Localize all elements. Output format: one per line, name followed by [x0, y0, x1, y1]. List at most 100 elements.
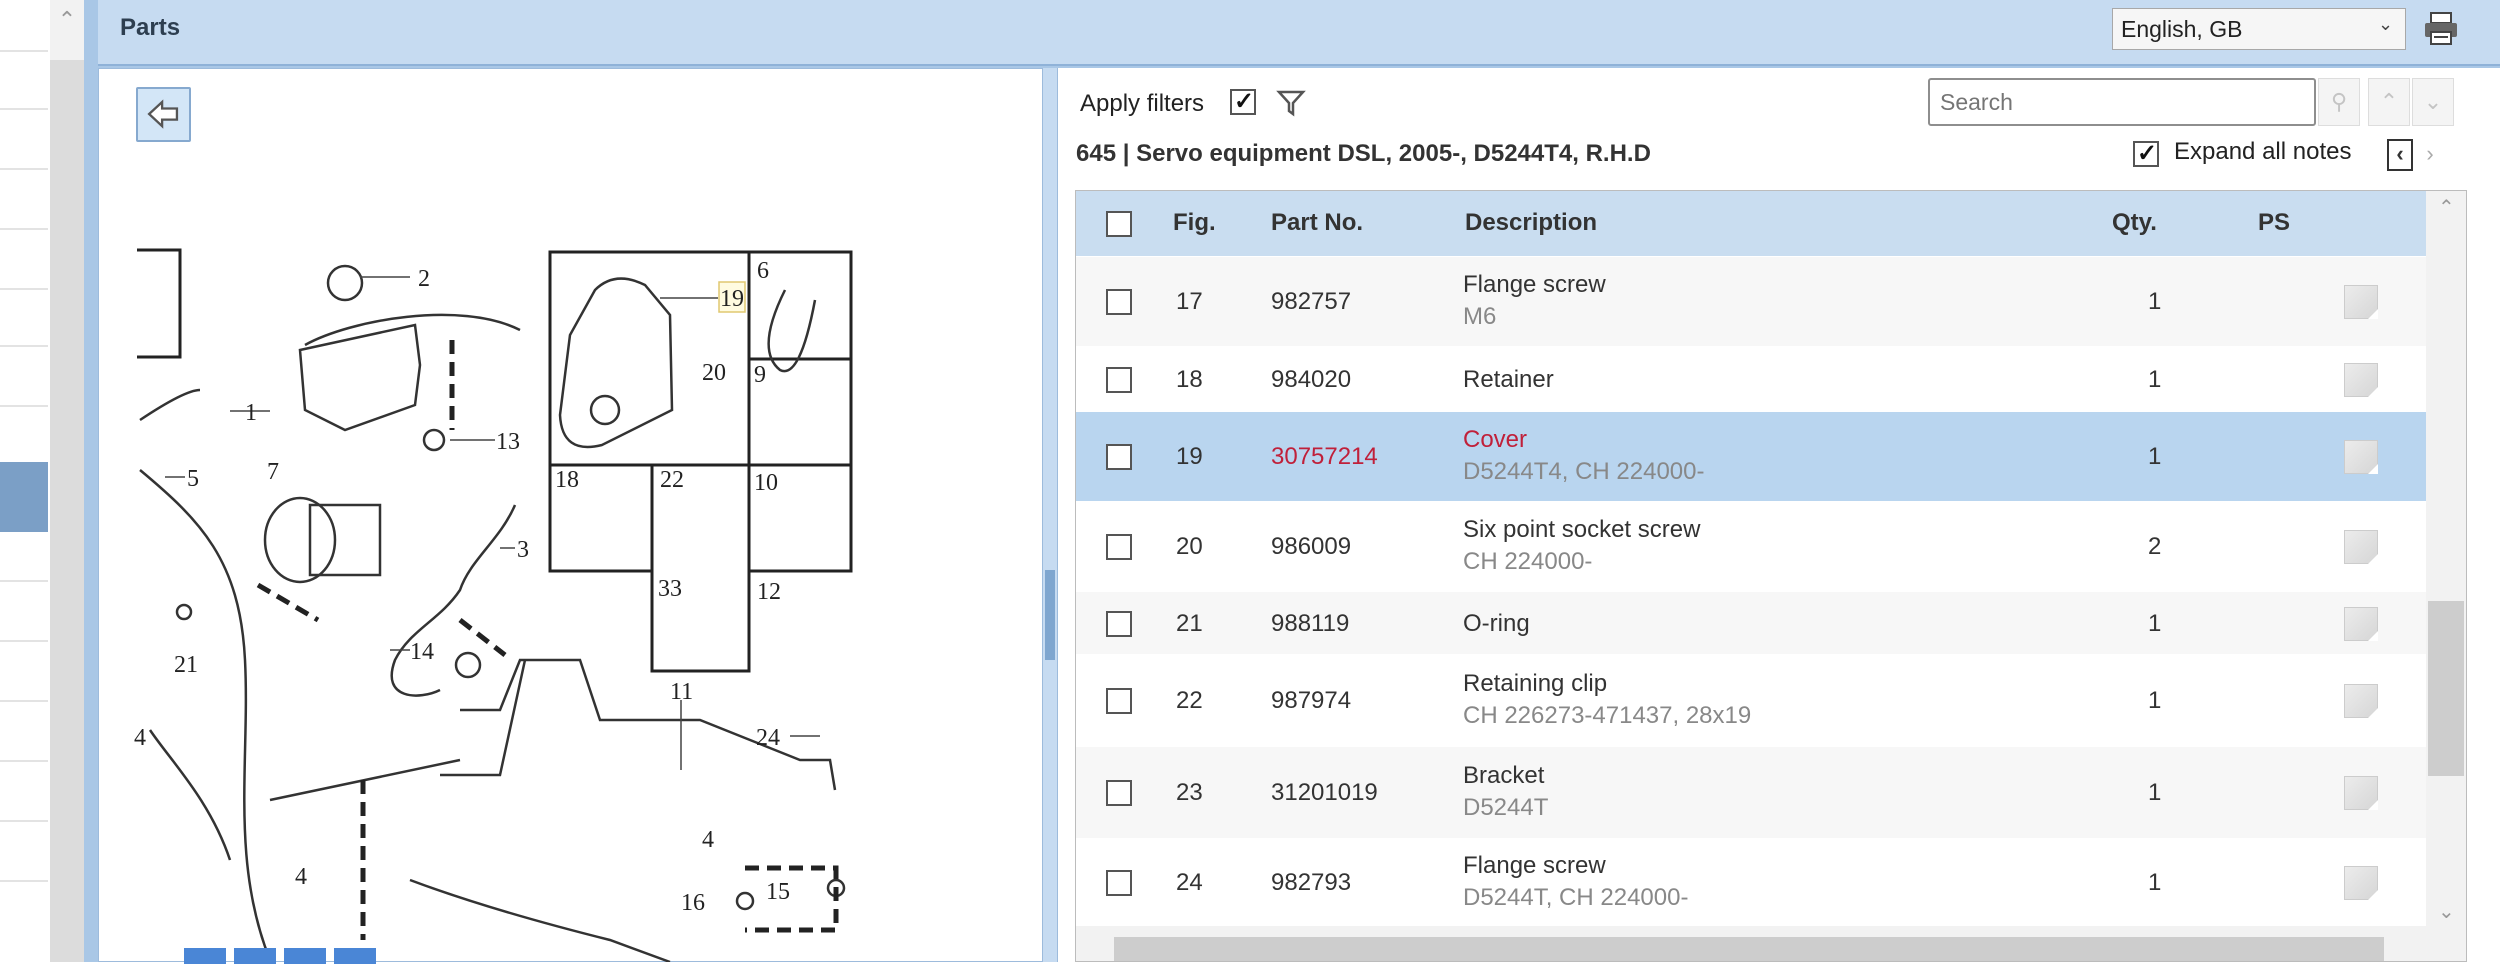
quantity: 1 — [2148, 687, 2162, 714]
part-note: D5244T, CH 224000- — [1463, 884, 1689, 911]
part-note: M6 — [1463, 303, 1497, 330]
part-note: CH 226273-471437, 28x19 — [1463, 702, 1752, 729]
quantity: 2 — [2148, 533, 2162, 560]
note-icon[interactable] — [2344, 866, 2378, 900]
callout-label[interactable]: 16 — [681, 890, 705, 916]
callout-label[interactable]: 6 — [757, 258, 769, 284]
callout-label[interactable]: 9 — [754, 362, 766, 388]
part-description: Six point socket screw — [1463, 516, 1701, 543]
table-header: Fig. Part No. Description Qty. PS — [1076, 191, 2426, 256]
callout-label[interactable]: 18 — [555, 467, 579, 493]
row-checkbox[interactable] — [1106, 289, 1132, 315]
table-row[interactable]: 17 982757 Flange screw M6 1 — [1076, 256, 2426, 346]
column-header-fig[interactable]: Fig. — [1173, 209, 1216, 237]
row-checkbox[interactable] — [1106, 688, 1132, 714]
quantity: 1 — [2148, 869, 2162, 896]
row-checkbox[interactable] — [1106, 780, 1132, 806]
fig-number: 18 — [1176, 365, 1203, 393]
search-next-button[interactable]: ⌄ — [2412, 78, 2454, 126]
note-icon[interactable] — [2344, 440, 2378, 474]
callout-label[interactable]: 33 — [658, 576, 682, 602]
row-checkbox[interactable] — [1106, 870, 1132, 896]
callout-label[interactable]: 5 — [187, 466, 199, 492]
language-select[interactable]: English, GB — [2112, 8, 2406, 50]
note-icon[interactable] — [2344, 362, 2378, 397]
callout-label[interactable]: 19 — [720, 286, 744, 312]
note-icon[interactable] — [2344, 776, 2378, 810]
part-description: Retaining clip — [1463, 670, 1608, 697]
search-input[interactable] — [1928, 78, 2316, 126]
callout-label[interactable]: 4 — [702, 827, 714, 853]
fig-number: 17 — [1176, 288, 1203, 315]
parts-exploded-diagram[interactable]: 2 19 6 20 9 1 13 5 7 18 22 10 3 33 12 21… — [0, 0, 1043, 962]
search-prev-button[interactable]: ⌃ — [2368, 78, 2410, 126]
apply-filters-checkbox[interactable] — [1230, 87, 1256, 116]
callout-label[interactable]: 1 — [245, 400, 257, 426]
callout-label[interactable]: 3 — [517, 537, 529, 563]
scroll-down-icon[interactable]: ⌄ — [2438, 899, 2455, 924]
part-number[interactable]: 30757214 — [1271, 443, 1378, 471]
table-row[interactable]: 18 984020 Retainer 1 — [1076, 346, 2426, 411]
part-number[interactable]: 986009 — [1271, 533, 1351, 561]
note-icon[interactable] — [2344, 606, 2378, 641]
fig-number: 24 — [1176, 869, 1203, 896]
vertical-scroll-thumb[interactable] — [2428, 601, 2464, 776]
fig-number: 20 — [1176, 533, 1203, 560]
column-header-ps[interactable]: PS — [2258, 209, 2290, 237]
part-number[interactable]: 982793 — [1271, 869, 1351, 897]
callout-label[interactable]: 20 — [702, 360, 726, 386]
table-row[interactable]: 21 988119 O-ring 1 — [1076, 591, 2426, 654]
part-description: Bracket — [1463, 762, 1545, 789]
callout-label[interactable]: 15 — [766, 879, 790, 905]
row-checkbox[interactable] — [1106, 366, 1132, 393]
callout-label[interactable]: 2 — [418, 266, 430, 292]
callout-label[interactable]: 4 — [134, 725, 146, 751]
part-number[interactable]: 984020 — [1271, 366, 1351, 394]
row-checkbox[interactable] — [1106, 444, 1132, 470]
note-icon[interactable] — [2344, 530, 2378, 564]
part-number[interactable]: 31201019 — [1271, 779, 1378, 807]
part-number[interactable]: 987974 — [1271, 687, 1351, 715]
table-row[interactable]: 22 987974 Retaining clip CH 226273-471437, … — [1076, 654, 2426, 746]
callout-label[interactable]: 22 — [660, 467, 684, 493]
panel-splitter[interactable] — [1043, 68, 1057, 962]
filter-icon[interactable] — [1276, 88, 1306, 118]
column-header-qty[interactable]: Qty. — [2112, 209, 2157, 237]
part-description: Cover — [1463, 426, 1528, 453]
collapse-left-icon[interactable] — [1045, 570, 1055, 660]
callout-label[interactable]: 14 — [410, 639, 434, 665]
section-title: 645 | Servo equipment DSL, 2005-, D5244T… — [1076, 140, 1651, 167]
row-checkbox[interactable] — [1106, 534, 1132, 560]
select-all-checkbox[interactable] — [1106, 211, 1132, 237]
callout-label[interactable]: 10 — [754, 470, 778, 496]
callout-label[interactable]: 13 — [496, 429, 520, 455]
part-number[interactable]: 988119 — [1271, 610, 1349, 638]
column-header-description[interactable]: Description — [1465, 209, 1597, 237]
print-icon[interactable] — [2422, 10, 2460, 48]
vertical-scrollbar[interactable] — [2426, 191, 2466, 926]
chevron-down-icon: ⌄ — [2378, 14, 2394, 34]
table-row[interactable]: 24 982793 Flange screw D5244T, CH 224000- 1 — [1076, 838, 2426, 926]
next-section-button[interactable]: › — [2417, 139, 2443, 171]
callout-label[interactable]: 21 — [174, 652, 198, 678]
previous-section-button[interactable]: ‹ — [2387, 139, 2413, 171]
note-icon[interactable] — [2344, 285, 2378, 319]
callout-label[interactable]: 24 — [756, 725, 780, 751]
note-icon[interactable] — [2344, 684, 2378, 718]
table-row[interactable]: 23 31201019 Bracket D5244T 1 — [1076, 746, 2426, 838]
scroll-up-icon[interactable]: ⌃ — [2438, 195, 2455, 220]
search-icon[interactable]: ⚲ — [2318, 78, 2360, 126]
column-header-part-no[interactable]: Part No. — [1271, 209, 1363, 237]
quantity: 1 — [2148, 288, 2162, 315]
callout-label[interactable]: 11 — [670, 679, 693, 705]
expand-notes-checkbox[interactable] — [2133, 139, 2159, 168]
apply-filters-label: Apply filters — [1080, 90, 1205, 117]
table-row[interactable]: 19 30757214 Cover D5244T4, CH 224000- 1 — [1076, 411, 2426, 501]
callout-label[interactable]: 4 — [295, 864, 307, 890]
callout-label[interactable]: 12 — [757, 579, 781, 605]
row-checkbox[interactable] — [1106, 610, 1132, 637]
table-row[interactable]: 20 986009 Six point socket screw CH 224000-… — [1076, 501, 2426, 591]
callout-label[interactable]: 7 — [267, 459, 279, 485]
horizontal-scroll-thumb[interactable] — [1114, 937, 2384, 961]
part-number[interactable]: 982757 — [1271, 288, 1351, 316]
